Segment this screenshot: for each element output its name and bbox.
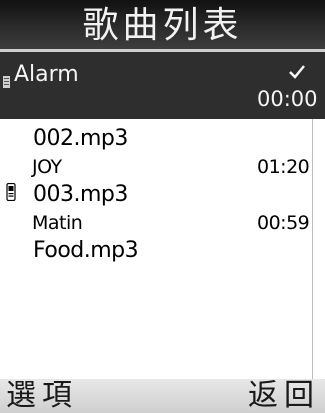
page-title: 歌曲列表 [82, 4, 243, 46]
back-softkey[interactable]: 返回 [248, 381, 320, 411]
song-duration: 01:20 [257, 156, 310, 178]
scrollbar-track[interactable] [312, 119, 313, 379]
song-list-screen: 歌曲列表 Alarm 00:00 002.mp3 JOY 01:20 003.m… [0, 0, 325, 413]
song-filename: 003.mp3 [33, 182, 128, 207]
song-duration: 00:59 [257, 212, 310, 234]
list-item[interactable]: Food.mp3 [0, 237, 312, 297]
song-filename: Food.mp3 [33, 238, 139, 263]
selected-item-time: 00:00 [257, 87, 318, 111]
list-item[interactable]: 003.mp3 Matin 00:59 [0, 181, 312, 241]
options-softkey[interactable]: 選項 [6, 381, 78, 411]
song-artist: Matin [32, 212, 83, 234]
song-artist: JOY [32, 156, 62, 178]
selected-list-item[interactable]: Alarm 00:00 [0, 52, 325, 119]
file-icon [3, 76, 10, 88]
selected-item-label: Alarm [14, 62, 79, 87]
softkey-bar: 選項 返回 [0, 379, 325, 413]
title-bar: 歌曲列表 [0, 0, 325, 49]
song-list: 002.mp3 JOY 01:20 003.mp3 Matin 00:59 Fo… [0, 119, 325, 379]
phone-icon [6, 183, 16, 201]
list-item[interactable]: 002.mp3 JOY 01:20 [0, 125, 312, 185]
check-icon [289, 65, 305, 79]
song-filename: 002.mp3 [33, 126, 128, 151]
